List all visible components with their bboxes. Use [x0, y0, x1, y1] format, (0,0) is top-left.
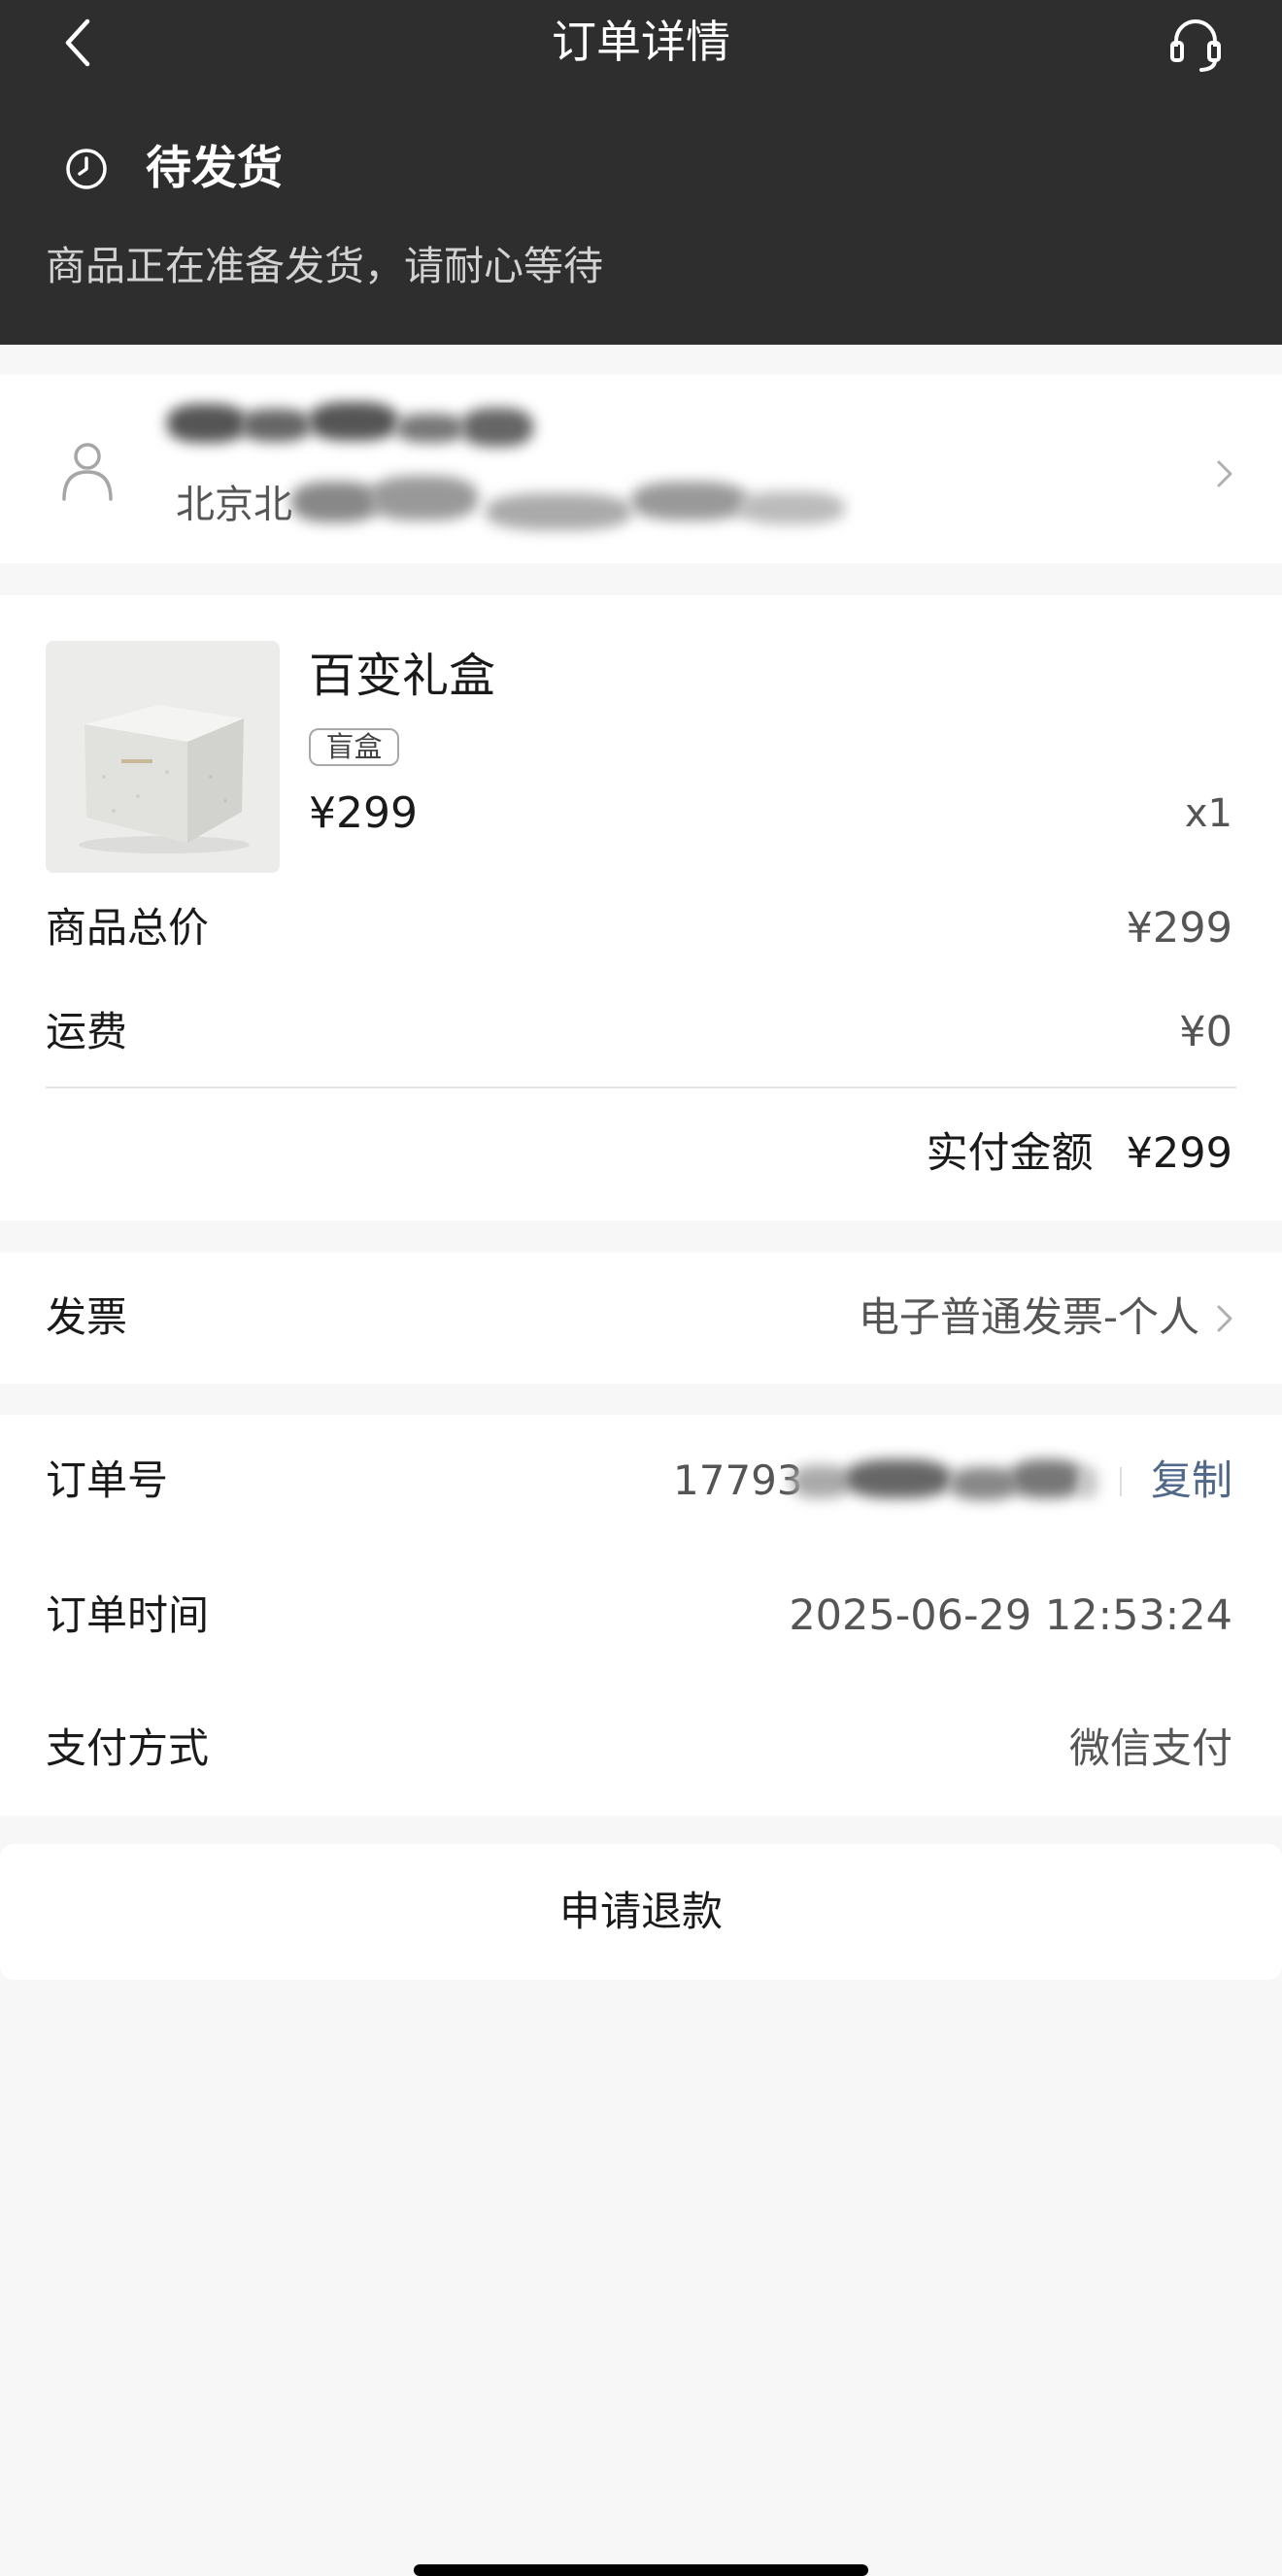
- customer-service-button[interactable]: [1164, 12, 1228, 76]
- order-number-value: 17793: [673, 1456, 803, 1504]
- order-number-label: 订单号: [46, 1456, 169, 1504]
- invoice-value: 电子普通发票-个人: [858, 1293, 1199, 1341]
- back-button[interactable]: [54, 14, 101, 72]
- chevron-left-icon: [65, 18, 90, 67]
- headset-icon: [1170, 19, 1221, 72]
- chevron-right-icon: [1217, 1305, 1232, 1332]
- divider: [46, 1087, 1236, 1088]
- person-icon: [62, 443, 113, 501]
- home-indicator: [414, 2564, 868, 2576]
- payment-method-label: 支付方式: [46, 1724, 210, 1772]
- product-quantity: x1: [1184, 791, 1232, 836]
- product-price: ¥299: [309, 788, 418, 838]
- product-tag-badge: 盲盒: [309, 728, 399, 766]
- product-image[interactable]: [46, 641, 280, 873]
- request-refund-label: 申请退款: [558, 1888, 723, 1935]
- amount-paid: 实付金额 ¥299: [927, 1129, 1232, 1178]
- invoice-label: 发票: [46, 1293, 128, 1341]
- payment-method-value: 微信支付: [1068, 1724, 1232, 1772]
- invoice-row[interactable]: 发票 电子普通发票-个人: [0, 1253, 1282, 1384]
- order-items-card: 百变礼盒 盲盒 ¥299 x1 商品总价 ¥299 运费 ¥0 实付金额 ¥29…: [0, 595, 1282, 1221]
- order-info-card: 订单号 17793 复制 订单时间 2025-06-29 12:53:24 支付…: [0, 1415, 1282, 1816]
- subtotal-value: ¥299: [1126, 904, 1232, 953]
- amount-paid-label: 实付金额: [926, 1129, 1094, 1178]
- product-name[interactable]: 百变礼盒: [309, 648, 495, 704]
- order-status-message: 商品正在准备发货，请耐心等待: [46, 243, 603, 289]
- chevron-right-icon: [1217, 460, 1232, 487]
- clock-icon: [66, 149, 107, 189]
- shipping-label: 运费: [46, 1008, 128, 1055]
- order-status-label: 待发货: [146, 142, 283, 195]
- gift-box-image: [79, 705, 250, 853]
- request-refund-button[interactable]: 申请退款: [0, 1844, 1282, 1980]
- copy-order-number-button[interactable]: 复制: [1151, 1456, 1232, 1505]
- separator: [1120, 1467, 1122, 1496]
- order-time-value: 2025-06-29 12:53:24: [789, 1591, 1232, 1640]
- shipping-value: ¥0: [1179, 1008, 1232, 1056]
- order-time-label: 订单时间: [46, 1591, 210, 1639]
- page-title: 订单详情: [552, 16, 730, 68]
- shipping-address-card[interactable]: 北京北: [0, 375, 1282, 563]
- amount-paid-value: ¥299: [1126, 1129, 1232, 1178]
- address-text: 北京北: [176, 483, 292, 527]
- order-status-header: 订单详情 待发货 商品正在准备发货，请耐心等待: [0, 0, 1282, 345]
- subtotal-label: 商品总价: [46, 904, 210, 952]
